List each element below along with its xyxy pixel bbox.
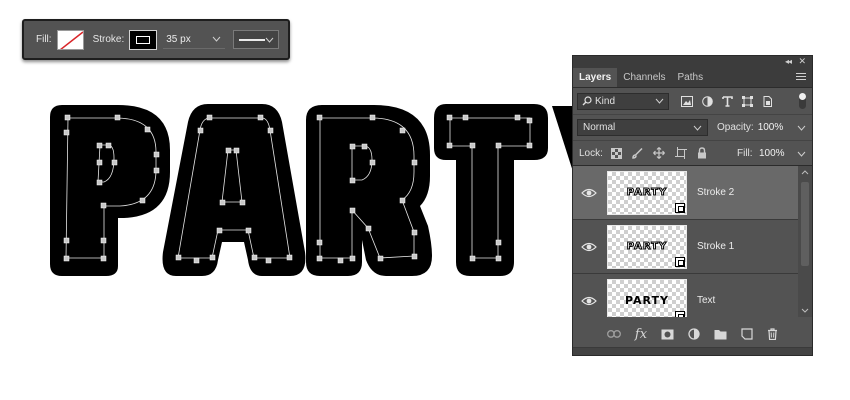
smart-object-filter-icon[interactable]: [762, 95, 773, 107]
tab-layers[interactable]: Layers: [573, 68, 618, 87]
panel-resize-grip[interactable]: [573, 347, 812, 355]
panel-title-bar: ◂◂ ✕: [573, 56, 812, 68]
tab-paths[interactable]: Paths: [672, 68, 710, 87]
layer-row-stroke-1[interactable]: PARTY Stroke 1: [573, 220, 812, 274]
stroke-size-value: 35 px: [166, 33, 191, 45]
opacity-label: Opacity:: [717, 122, 754, 133]
layer-row-stroke-2[interactable]: PARTY Stroke 2: [573, 166, 812, 220]
opacity-field[interactable]: 100%: [758, 122, 784, 133]
search-icon: [582, 96, 592, 106]
no-fill-icon: [59, 30, 83, 49]
eye-icon[interactable]: [581, 188, 597, 198]
layer-thumbnail: PARTY: [607, 224, 687, 269]
new-group-folder-icon[interactable]: [714, 329, 727, 340]
trash-icon[interactable]: [767, 328, 778, 340]
vector-shape-badge-icon: [675, 310, 685, 317]
lock-artboard-icon[interactable]: [674, 147, 687, 159]
chevron-down-icon[interactable]: [265, 37, 274, 43]
panel-tabs: Layers Channels Paths: [573, 68, 812, 88]
chevron-up-icon[interactable]: [801, 170, 809, 175]
chevron-down-icon[interactable]: [797, 151, 806, 157]
scrollbar-thumb[interactable]: [801, 182, 809, 266]
thumbnail-text: PARTY: [626, 241, 668, 253]
chevron-down-icon[interactable]: [801, 308, 809, 313]
blend-mode-value: Normal: [583, 122, 616, 133]
thumbnail-text: PARTY: [626, 187, 668, 199]
filter-kind-label: Kind: [595, 95, 616, 107]
fill-swatch-none[interactable]: [56, 29, 84, 50]
stroke-size-field[interactable]: 35 px: [163, 30, 226, 49]
chevron-down-icon: [693, 125, 702, 131]
stroke-type-dropdown[interactable]: [233, 30, 280, 49]
thumbnail-text: PARTY: [624, 294, 669, 307]
add-mask-icon[interactable]: [661, 329, 674, 340]
link-layers-icon[interactable]: [606, 330, 621, 338]
layer-thumbnail: PARTY: [607, 278, 687, 317]
chevron-down-icon[interactable]: [797, 125, 806, 131]
adjustment-layer-filter-icon[interactable]: [702, 95, 713, 107]
layers-panel: ◂◂ ✕ Layers Channels Paths Kind Normal O…: [572, 55, 813, 356]
chevron-down-icon: [655, 98, 664, 104]
vector-shape-badge-icon: [675, 256, 685, 267]
layer-name[interactable]: Stroke 1: [697, 241, 734, 252]
close-icon[interactable]: ✕: [798, 56, 806, 67]
filter-toggle-switch[interactable]: [799, 93, 806, 109]
filter-kind-dropdown[interactable]: Kind: [577, 92, 669, 110]
tab-channels[interactable]: Channels: [617, 68, 671, 87]
lock-image-pixels-icon[interactable]: [632, 147, 643, 159]
panel-footer: fx: [573, 321, 812, 347]
lock-label: Lock:: [579, 147, 603, 159]
shape-options-bar: Fill: Stroke: 35 px: [22, 19, 290, 60]
layer-row-text[interactable]: PARTY Text: [573, 274, 812, 317]
stroke-label: Stroke:: [92, 34, 125, 45]
layer-name[interactable]: Text: [697, 295, 715, 306]
lock-row: Lock: Fill: 100%: [573, 140, 812, 166]
new-fill-adjustment-layer-icon[interactable]: [688, 328, 700, 340]
layer-list: PARTY Stroke 2 PARTY Stroke 1 PARTY Text: [573, 166, 812, 317]
fill-field[interactable]: 100%: [759, 148, 785, 159]
layer-filter-row: Kind: [573, 88, 812, 114]
fill-label: Fill:: [737, 147, 753, 159]
collapse-panel-icon[interactable]: ◂◂: [785, 57, 792, 66]
vector-shape-badge-icon: [675, 202, 685, 213]
stroke-swatch[interactable]: [129, 29, 158, 50]
solid-line-icon: [239, 38, 266, 41]
new-layer-icon[interactable]: [741, 328, 753, 340]
layer-style-fx-icon[interactable]: fx: [635, 327, 647, 342]
eye-icon[interactable]: [581, 242, 597, 252]
layer-list-scrollbar[interactable]: [798, 166, 812, 317]
stroke-swatch-icon: [136, 35, 151, 44]
shape-layer-filter-icon[interactable]: [742, 95, 753, 107]
pixel-layer-filter-icon[interactable]: [681, 95, 693, 107]
panel-menu-icon[interactable]: [796, 73, 806, 81]
lock-transparent-pixels-icon[interactable]: [610, 147, 622, 159]
type-layer-filter-icon[interactable]: [722, 95, 733, 107]
eye-icon[interactable]: [581, 296, 597, 306]
fill-label: Fill:: [36, 34, 52, 45]
lock-all-icon[interactable]: [697, 147, 707, 159]
blend-row: Normal Opacity: 100%: [573, 114, 812, 140]
layer-thumbnail: PARTY: [607, 170, 687, 215]
blend-mode-dropdown[interactable]: Normal: [577, 119, 708, 136]
layer-name[interactable]: Stroke 2: [697, 187, 734, 198]
lock-position-icon[interactable]: [652, 147, 665, 159]
chevron-down-icon[interactable]: [212, 36, 221, 42]
